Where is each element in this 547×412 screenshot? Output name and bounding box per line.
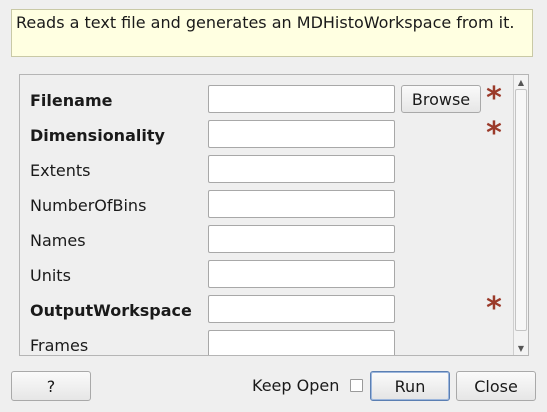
- property-label-dimensionality: Dimensionality: [30, 126, 165, 145]
- property-row-units: Units: [20, 260, 512, 292]
- property-row-extents: Extents: [20, 155, 512, 187]
- arrow-up-icon[interactable]: ▲: [514, 75, 528, 89]
- property-label-filename: Filename: [30, 91, 113, 110]
- filename-input[interactable]: [208, 85, 395, 113]
- properties-panel: Filename Browse * Dimensionality * Exten…: [19, 74, 529, 356]
- browse-button[interactable]: Browse: [401, 85, 481, 113]
- arrow-down-icon[interactable]: ▼: [514, 341, 528, 355]
- property-row-dimensionality: Dimensionality *: [20, 116, 512, 152]
- keep-open-label: Keep Open: [252, 376, 340, 395]
- algorithm-description: Reads a text file and generates an MDHis…: [11, 9, 533, 57]
- property-label-extents: Extents: [30, 161, 91, 180]
- property-label-units: Units: [30, 266, 71, 285]
- units-input[interactable]: [208, 260, 395, 288]
- help-button[interactable]: ?: [11, 371, 91, 401]
- property-label-outputworkspace: OutputWorkspace: [30, 301, 192, 320]
- property-row-frames: Frames: [20, 330, 512, 355]
- numberofbins-input[interactable]: [208, 190, 395, 218]
- property-row-outputworkspace: OutputWorkspace *: [20, 291, 512, 327]
- asterisk-icon: *: [486, 291, 502, 326]
- property-row-names: Names: [20, 225, 512, 257]
- keep-open-checkbox[interactable]: [350, 379, 363, 392]
- property-label-names: Names: [30, 231, 86, 250]
- frames-input[interactable]: [208, 330, 395, 355]
- run-button[interactable]: Run: [370, 371, 450, 401]
- scrollbar-thumb[interactable]: [515, 89, 527, 331]
- asterisk-icon: *: [486, 81, 502, 116]
- asterisk-icon: *: [486, 116, 502, 151]
- dimensionality-input[interactable]: [208, 120, 395, 148]
- property-label-frames: Frames: [30, 336, 89, 355]
- property-row-filename: Filename Browse *: [20, 81, 512, 117]
- names-input[interactable]: [208, 225, 395, 253]
- property-rows: Filename Browse * Dimensionality * Exten…: [20, 75, 512, 355]
- property-label-numberofbins: NumberOfBins: [30, 196, 147, 215]
- extents-input[interactable]: [208, 155, 395, 183]
- outputworkspace-input[interactable]: [208, 295, 395, 323]
- properties-scrollbar[interactable]: ▲ ▼: [513, 75, 528, 355]
- property-row-numberofbins: NumberOfBins: [20, 190, 512, 222]
- close-button[interactable]: Close: [456, 371, 536, 401]
